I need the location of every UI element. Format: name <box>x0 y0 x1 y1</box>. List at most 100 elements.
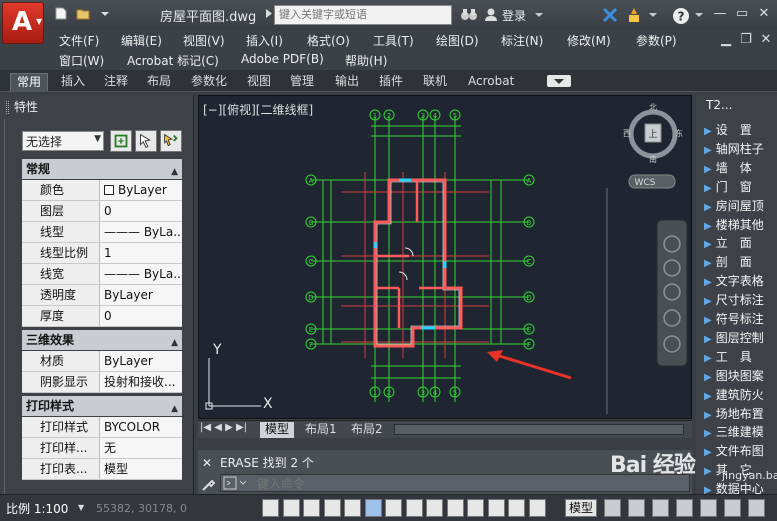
maximize-button[interactable]: ▭ <box>734 6 750 22</box>
horizontal-scrollbar[interactable] <box>394 424 684 435</box>
menu-parametric[interactable]: 参数(P) <box>636 32 677 49</box>
annotation-scale[interactable]: 比例 1:100 <box>6 500 68 517</box>
menu-file[interactable]: 文件(F) <box>59 32 99 49</box>
tab-layout[interactable]: 布局 <box>141 73 177 91</box>
select-objects-icon[interactable] <box>135 130 157 152</box>
annotation-visibility-icon[interactable] <box>628 499 645 517</box>
palette-item[interactable]: ▶ 文件布图 <box>704 442 777 461</box>
section-header[interactable]: 常规 ▲ <box>22 159 182 179</box>
quick-properties-icon[interactable] <box>508 499 525 517</box>
property-value[interactable]: 投射和接收... <box>102 372 182 392</box>
dynamic-input-icon[interactable] <box>446 499 464 517</box>
palette-item[interactable]: ▶ 设 置 <box>704 121 777 140</box>
properties-title[interactable]: 特性 <box>4 97 190 117</box>
menu-dimension[interactable]: 标注(N) <box>501 32 543 49</box>
palette-item[interactable]: ▶ 工 具 <box>704 348 777 367</box>
property-value[interactable]: 0 <box>102 306 182 326</box>
lock-icon[interactable] <box>676 499 693 517</box>
collapse-icon[interactable]: ▲ <box>171 162 178 182</box>
grid-display-icon[interactable] <box>303 499 320 517</box>
command-prompt-icon[interactable] <box>223 476 251 491</box>
property-value[interactable]: 0 <box>102 201 182 221</box>
property-value[interactable]: 无 <box>102 438 182 458</box>
tab-parametric[interactable]: 参数化 <box>185 73 233 91</box>
property-row[interactable]: 打印表... 模型 <box>22 459 182 480</box>
selection-dropdown[interactable]: 无选择 ▼ <box>22 131 104 151</box>
floor-plan-drawing[interactable]: 1122334455A AB BC CD DE EF FYX上北南西 东WCS <box>199 96 692 419</box>
snap-mode-icon[interactable] <box>282 499 300 517</box>
menu-help[interactable]: 帮助(H) <box>345 52 387 69</box>
scale-dropdown-icon[interactable]: ▼ <box>78 503 84 512</box>
toggle-pickadd-icon[interactable] <box>110 130 132 152</box>
close-icon[interactable]: ✕ <box>202 456 212 470</box>
property-row[interactable]: 线型 ——— ByLa... <box>22 222 182 243</box>
tab-layout2[interactable]: 布局2 <box>346 422 388 438</box>
user-icon[interactable] <box>484 7 498 22</box>
property-row[interactable]: 阴影显示 投射和接收... <box>22 372 182 393</box>
tab-annotate[interactable]: 注释 <box>98 73 134 91</box>
property-value[interactable]: ——— ByLa... <box>102 222 182 242</box>
menu-edit[interactable]: 编辑(E) <box>121 32 162 49</box>
login-dropdown-icon[interactable] <box>534 7 544 21</box>
drawing-canvas[interactable]: [−][俯视][二维线框] 1122334455AABBCCDDEEFFYX上北… <box>198 95 692 419</box>
ribbon-minimize-icon[interactable] <box>546 74 572 88</box>
menu-view[interactable]: 视图(V) <box>183 32 225 49</box>
collapse-icon[interactable]: ▲ <box>171 399 178 419</box>
quick-select-icon[interactable] <box>160 130 182 152</box>
palette-item[interactable]: ▶ 建筑防火 <box>704 386 777 405</box>
palette-item[interactable]: ▶ 尺寸标注 <box>704 291 777 310</box>
search-input[interactable] <box>274 5 452 25</box>
property-value[interactable]: BYCOLOR <box>102 417 182 437</box>
collapse-icon[interactable]: ▲ <box>171 333 178 353</box>
minimize-button[interactable]: — <box>712 6 728 22</box>
menu-draw[interactable]: 绘图(D) <box>436 32 479 49</box>
tab-online[interactable]: 联机 <box>417 73 453 91</box>
property-row[interactable]: 颜色 ByLayer <box>22 180 182 201</box>
palette-item[interactable]: ▶ 剖 面 <box>704 253 777 272</box>
tab-acrobat[interactable]: Acrobat <box>462 73 520 91</box>
tab-view[interactable]: 视图 <box>241 73 277 91</box>
doc-close-button[interactable]: ✕ <box>758 32 774 48</box>
wrench-icon[interactable] <box>201 478 215 492</box>
palette-item[interactable]: ▶ 符号标注 <box>704 310 777 329</box>
object-snap-icon[interactable] <box>364 499 382 517</box>
a360-icon[interactable] <box>626 7 642 23</box>
dynamic-ucs-icon[interactable] <box>426 499 443 517</box>
open-folder-icon[interactable] <box>76 7 90 20</box>
property-value[interactable]: ByLayer <box>102 180 182 200</box>
ortho-mode-icon[interactable] <box>323 499 341 517</box>
palette-item[interactable]: ▶ 场地布置 <box>704 405 777 424</box>
3d-object-snap-icon[interactable] <box>385 499 402 517</box>
section-header[interactable]: 三维效果 ▲ <box>22 330 182 350</box>
tab-nav-icon[interactable]: |◀ ◀ ▶ ▶| <box>200 422 247 433</box>
workspace-switch-icon[interactable] <box>652 499 669 517</box>
property-value[interactable]: ByLayer <box>102 285 182 305</box>
menu-adobe-pdf[interactable]: Adobe PDF(B) <box>241 52 324 66</box>
property-value[interactable]: 模型 <box>102 459 182 479</box>
properties-scrollbar[interactable] <box>4 119 16 495</box>
menu-tools[interactable]: 工具(T) <box>373 32 414 49</box>
tab-model[interactable]: 模型 <box>260 422 295 438</box>
property-row[interactable]: 厚度 0 <box>22 306 182 327</box>
property-row[interactable]: 线型比例 1 <box>22 243 182 264</box>
section-header[interactable]: 打印样式 ▲ <box>22 396 182 416</box>
property-row[interactable]: 打印样式 BYCOLOR <box>22 417 182 438</box>
property-row[interactable]: 透明度 ByLayer <box>22 285 182 306</box>
property-row[interactable]: 线宽 ——— ByLa... <box>22 264 182 285</box>
palette-item[interactable]: ▶ 墙 体 <box>704 159 777 178</box>
palette-item[interactable]: ▶ 房间屋顶 <box>704 197 777 216</box>
menu-acrobat-markup[interactable]: Acrobat 标记(C) <box>127 52 219 69</box>
viewport-scale-icon[interactable] <box>604 499 621 517</box>
palette-item[interactable]: ▶ 图块图案 <box>704 367 777 386</box>
palette-item[interactable]: ▶ 轴网柱子 <box>704 140 777 159</box>
tab-layout1[interactable]: 布局1 <box>300 422 342 438</box>
menu-insert[interactable]: 插入(I) <box>246 32 283 49</box>
quick-access-dropdown-icon[interactable] <box>98 7 112 20</box>
palette-item[interactable]: ▶ 文字表格 <box>704 272 777 291</box>
tab-output[interactable]: 输出 <box>329 73 365 91</box>
tab-plugins[interactable]: 插件 <box>373 73 409 91</box>
property-row[interactable]: 材质 ByLayer <box>22 351 182 372</box>
property-value[interactable]: 1 <box>102 243 182 263</box>
clean-screen-icon[interactable] <box>748 499 765 517</box>
palette-item[interactable]: ▶ 门 窗 <box>704 178 777 197</box>
